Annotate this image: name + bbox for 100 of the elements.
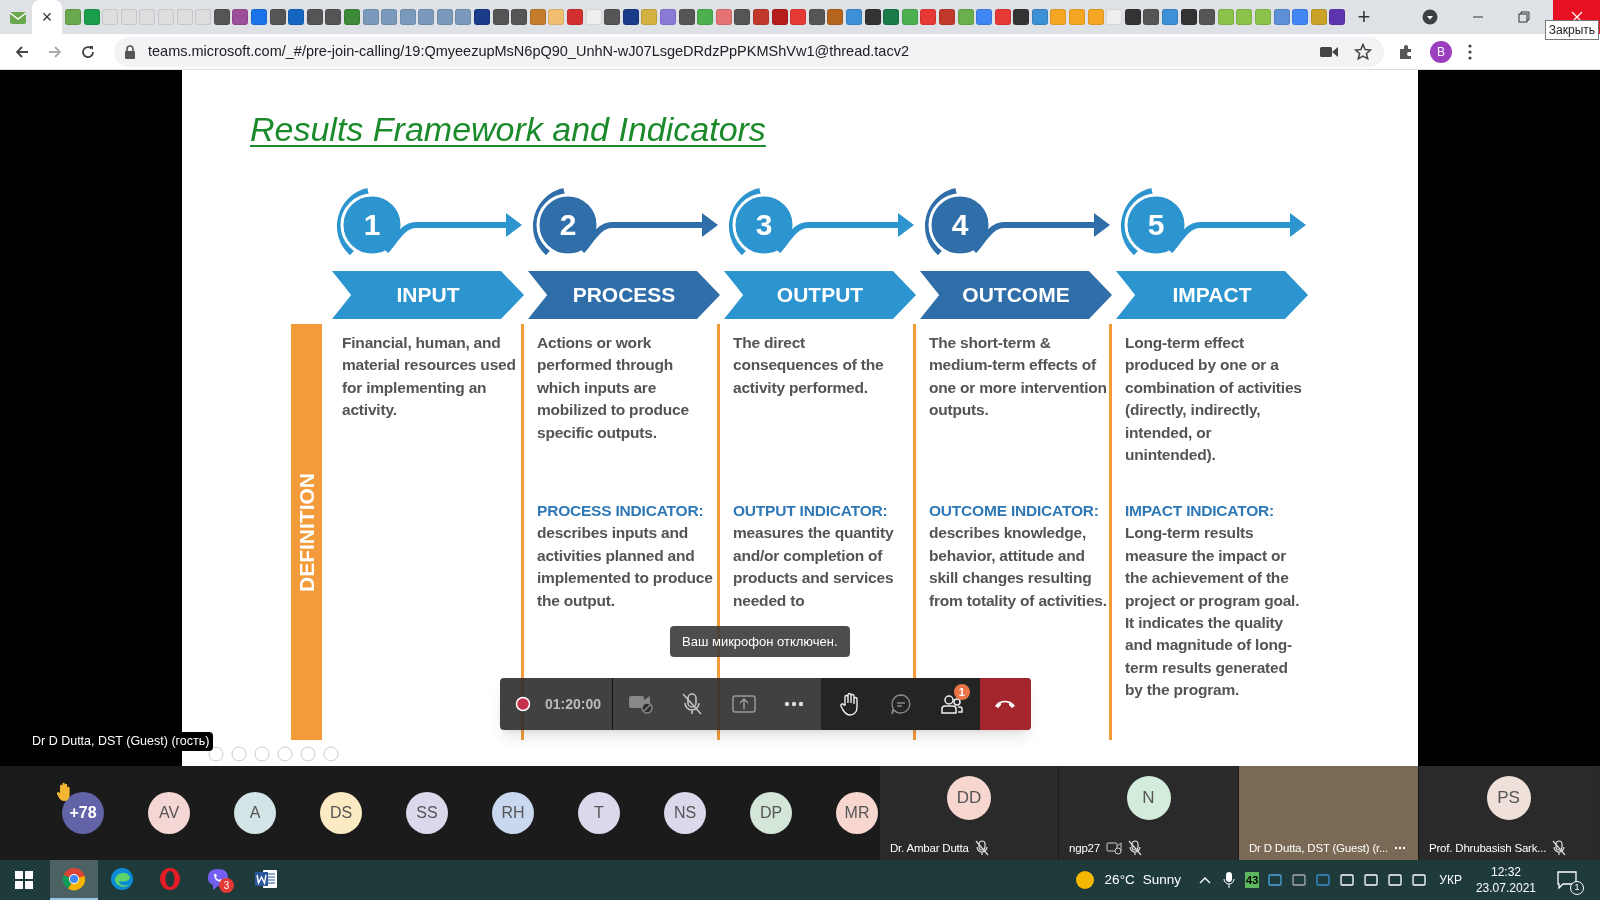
indicator-title: IMPACT INDICATOR: xyxy=(1125,501,1275,521)
pinned-tab-icon[interactable] xyxy=(938,9,955,25)
indicator-title: PROCESS INDICATOR: xyxy=(537,501,705,521)
tray-indicator[interactable]: 43 xyxy=(1245,871,1260,889)
tray-icon[interactable] xyxy=(1387,872,1404,888)
clock-time[interactable]: 12:32 xyxy=(1490,864,1521,880)
pinned-tab-icon[interactable] xyxy=(288,9,305,25)
forward-icon[interactable] xyxy=(47,43,63,60)
reload-icon[interactable] xyxy=(80,43,96,60)
menu-icon[interactable] xyxy=(1468,43,1472,60)
participant-avatar[interactable]: DP xyxy=(750,792,792,834)
pinned-tab-icon[interactable] xyxy=(1143,9,1160,25)
participant-avatar[interactable]: SS xyxy=(406,792,448,834)
profile-avatar[interactable]: B xyxy=(1430,40,1452,63)
pinned-tab-icon[interactable] xyxy=(325,9,342,25)
puzzle-icon[interactable] xyxy=(1398,43,1414,60)
stage-chevron: OUTCOME xyxy=(920,271,1112,319)
participant-avatar[interactable]: DD xyxy=(947,776,991,820)
language-indicator[interactable]: УКР xyxy=(1439,871,1462,889)
tray-icon[interactable] xyxy=(1339,872,1356,888)
pinned-tab-icon[interactable] xyxy=(1329,9,1346,25)
phone-icon xyxy=(994,699,1017,709)
pinned-tab-icon[interactable] xyxy=(306,9,323,25)
participant-avatar[interactable]: N xyxy=(1126,776,1171,820)
camera-icon[interactable] xyxy=(1320,45,1338,58)
participant-name: Prof. Dhrubasish Sark... xyxy=(1429,840,1547,856)
pinned-tab-icon[interactable] xyxy=(771,9,788,25)
pinned-tab-icon[interactable] xyxy=(232,9,249,25)
pinned-tab-icon[interactable] xyxy=(1180,9,1197,25)
hang-up-button[interactable] xyxy=(979,678,1031,730)
participant-avatar[interactable]: RH xyxy=(492,792,534,834)
close-tooltip: Закрыть xyxy=(1544,20,1599,40)
pinned-tab-icon[interactable] xyxy=(604,9,621,25)
definition-text: Long-term effect produced by one or a combination of activities (directly, indirectly, intended, or unintended). xyxy=(1125,333,1303,466)
pinned-tab-icon[interactable] xyxy=(474,9,491,25)
indicator-title: OUTPUT INDICATOR: xyxy=(733,501,889,521)
pinned-tab-icon[interactable] xyxy=(213,9,230,25)
chevron-up-icon[interactable] xyxy=(1199,876,1212,884)
url-text: teams.microsoft.com/_#/pre-join-calling/19:QmyeezupMsN6pQ90_UnhN-wJ07LsgeDRdzPpPKMShVw1@thread.tacv2 xyxy=(148,41,909,61)
participant-avatar[interactable]: DS xyxy=(320,792,362,834)
pinned-tab-icon[interactable] xyxy=(567,9,584,25)
step-number: 4 xyxy=(950,207,970,243)
taskbar-app-button[interactable]: 3 xyxy=(194,860,242,900)
pinned-tab-icon[interactable] xyxy=(734,9,751,25)
pinned-tab-icon[interactable] xyxy=(678,9,695,25)
weather-text[interactable]: Sunny xyxy=(1142,869,1182,891)
participant-avatar[interactable]: NS xyxy=(664,792,706,834)
envelope-icon[interactable] xyxy=(9,9,27,25)
clock-date[interactable]: 23.07.2021 xyxy=(1475,880,1536,896)
participant-avatar[interactable]: T xyxy=(578,792,620,834)
pinned-tab-icon[interactable] xyxy=(752,9,769,25)
step-number: 5 xyxy=(1146,207,1166,243)
pinned-tab-icon[interactable] xyxy=(622,9,639,25)
address-bar[interactable]: teams.microsoft.com/_#/pre-join-calling/19:QmyeezupMsN6pQ90_UnhN-wJ07LsgeDRdzPpPKMShVw1@thread.tacv2 xyxy=(114,36,1384,67)
mic-muted-tooltip: Ваш микрофон отключен. xyxy=(670,626,850,657)
pinned-tab-icon[interactable] xyxy=(511,9,528,25)
tray-icon[interactable] xyxy=(1363,872,1380,888)
overflow-count[interactable]: +78 xyxy=(62,792,104,834)
sun-icon[interactable] xyxy=(1074,870,1095,890)
notification-badge: 3 xyxy=(219,878,234,893)
indicator-title: OUTCOME INDICATOR: xyxy=(929,501,1100,521)
notification-badge: 1 xyxy=(953,684,970,700)
new-tab-button[interactable]: + xyxy=(1357,6,1371,28)
pinned-tab-icon[interactable] xyxy=(883,9,900,25)
back-icon[interactable] xyxy=(14,43,30,60)
bookmark-star-icon[interactable] xyxy=(1354,42,1372,61)
tray-icon[interactable] xyxy=(1267,872,1284,888)
participant-avatar[interactable]: PS xyxy=(1486,776,1531,820)
restore-icon[interactable] xyxy=(1518,11,1530,23)
pinned-tab-icon[interactable] xyxy=(864,9,881,25)
more-icon[interactable] xyxy=(1394,846,1407,851)
participant-avatar[interactable]: A xyxy=(234,792,276,834)
call-timer: 01:20:00 xyxy=(545,694,602,714)
participant-avatar[interactable]: MR xyxy=(836,792,878,834)
tray-icon[interactable] xyxy=(1291,872,1308,888)
lock-icon xyxy=(124,44,136,59)
notifications-button[interactable]: 1 xyxy=(1552,865,1582,895)
close-tab-icon[interactable]: × xyxy=(41,3,53,31)
pinned-tab-icon[interactable] xyxy=(269,9,286,25)
windows-start-icon[interactable] xyxy=(15,871,33,889)
tray-icon[interactable] xyxy=(1411,872,1428,888)
microphone-icon[interactable] xyxy=(1223,871,1236,889)
definition-text: Financial, human, and material resources used for implementing an activity. xyxy=(342,333,517,421)
pinned-tab-icon[interactable] xyxy=(1124,9,1141,25)
dropdown-icon[interactable] xyxy=(1422,9,1438,25)
active-tab[interactable]: × xyxy=(32,0,62,34)
definition-text: The short-term & medium-term effects of one or more intervention outputs. xyxy=(929,333,1107,421)
definition-text: Actions or work performed through which inputs are mobilized to produce specific outputs. xyxy=(537,333,690,443)
pinned-tab-icon[interactable] xyxy=(492,9,509,25)
notification-icon xyxy=(1557,871,1577,889)
pinned-tab-icon[interactable] xyxy=(808,9,825,25)
participant-avatar[interactable]: AV xyxy=(148,792,190,834)
document-icon xyxy=(254,867,278,891)
app-icon xyxy=(62,867,86,891)
app-icon xyxy=(158,867,182,891)
notification-count: 1 xyxy=(1570,881,1584,895)
pinned-tab-icon[interactable] xyxy=(1013,9,1030,25)
pinned-tab-icon[interactable] xyxy=(1199,9,1216,25)
slide-nav-icon[interactable] xyxy=(208,746,224,762)
temperature[interactable]: 26°C xyxy=(1104,869,1135,891)
